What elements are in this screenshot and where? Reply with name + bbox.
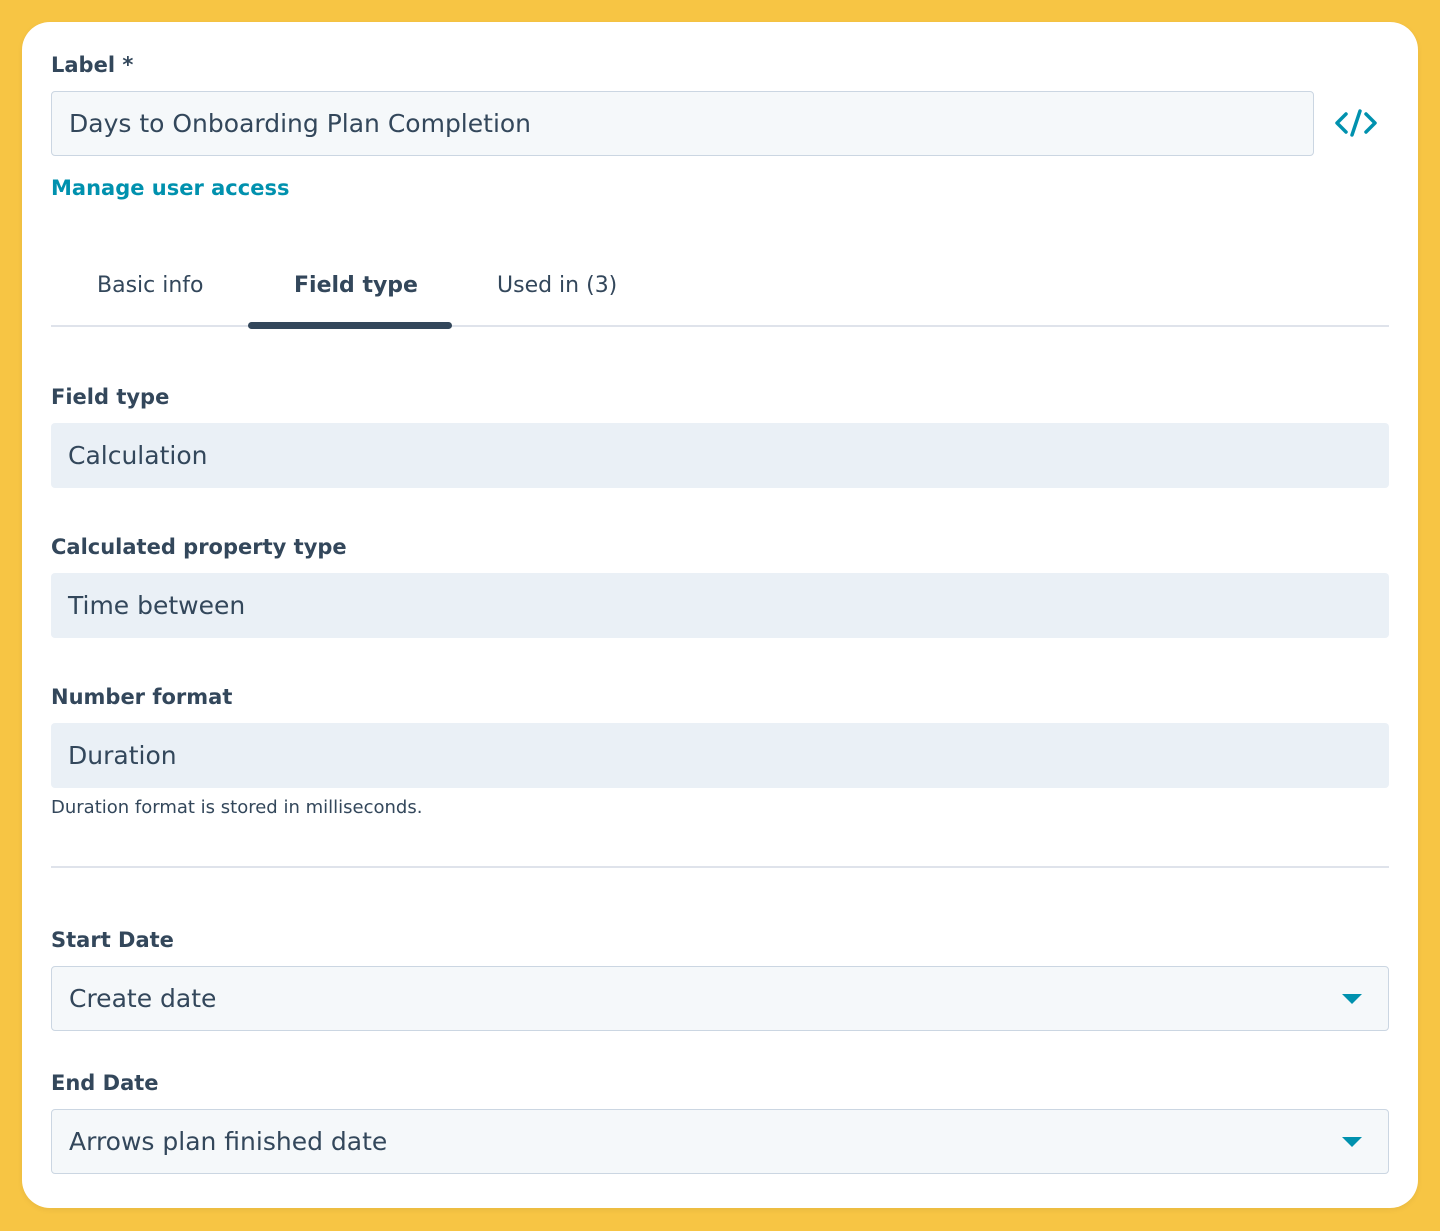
- number-format-value: Duration: [51, 723, 1389, 788]
- label-field-label: Label *: [51, 53, 134, 77]
- number-format-value-text: Duration: [68, 741, 177, 770]
- start-date-label: Start Date: [51, 928, 174, 952]
- tab-basic-info[interactable]: Basic info: [97, 275, 204, 297]
- end-date-select-value: Arrows plan finished date: [69, 1127, 388, 1156]
- calculated-property-type-value-text: Time between: [68, 591, 246, 620]
- tab-field-type[interactable]: Field type: [294, 275, 418, 297]
- active-tab-indicator: [248, 322, 452, 329]
- start-date-select-value: Create date: [69, 984, 217, 1013]
- calculated-property-type-label: Calculated property type: [51, 535, 347, 559]
- property-editor-card: Label * Days to Onboarding Plan Completi…: [22, 22, 1418, 1208]
- section-divider: [51, 866, 1389, 868]
- start-date-select[interactable]: Create date: [51, 966, 1389, 1031]
- label-input[interactable]: Days to Onboarding Plan Completion: [51, 91, 1314, 156]
- end-date-select[interactable]: Arrows plan finished date: [51, 1109, 1389, 1174]
- number-format-label: Number format: [51, 685, 233, 709]
- label-input-value: Days to Onboarding Plan Completion: [69, 109, 532, 138]
- end-date-label: End Date: [51, 1071, 159, 1095]
- field-type-label: Field type: [51, 385, 170, 409]
- caret-down-icon: [1342, 1136, 1362, 1147]
- tab-used-in[interactable]: Used in (3): [497, 275, 617, 297]
- field-type-value: Calculation: [51, 423, 1389, 488]
- manage-user-access-link[interactable]: Manage user access: [51, 178, 289, 199]
- calculated-property-type-value: Time between: [51, 573, 1389, 638]
- number-format-help-text: Duration format is stored in millisecond…: [51, 797, 423, 818]
- field-type-value-text: Calculation: [68, 441, 208, 470]
- caret-down-icon: [1342, 993, 1362, 1004]
- code-icon[interactable]: [1334, 106, 1378, 140]
